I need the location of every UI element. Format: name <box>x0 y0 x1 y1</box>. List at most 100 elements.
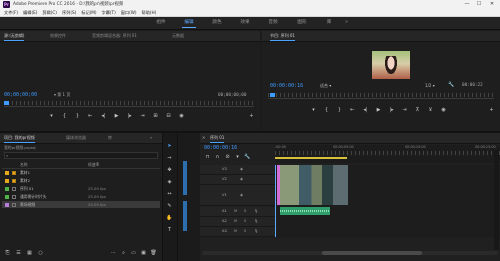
track-label[interactable]: V2 <box>222 175 227 184</box>
menu-edit[interactable]: 编辑(E) <box>23 9 37 16</box>
workspace-tab-effects[interactable]: 效果 <box>234 17 256 29</box>
insert-icon[interactable]: ⊞ <box>152 113 159 120</box>
tab-source[interactable]: 源:(无剪辑) <box>4 31 25 41</box>
list-item[interactable]: 素材2 <box>2 177 160 184</box>
pen-tool-icon[interactable]: ✎ <box>166 203 173 210</box>
hand-tool-icon[interactable]: ✋ <box>166 215 173 222</box>
step-forward-icon[interactable]: |▸ <box>126 113 133 120</box>
column-name-header[interactable]: 名称 <box>20 161 28 168</box>
go-to-out-icon[interactable]: ⇥ <box>401 107 408 114</box>
extract-icon[interactable]: ⊻ <box>427 107 434 114</box>
track-label[interactable]: A1 <box>222 207 227 216</box>
solo-button[interactable]: S <box>244 217 246 226</box>
in-point-icon[interactable]: { <box>61 113 68 120</box>
program-scrollbar[interactable] <box>268 98 494 99</box>
lock-icon[interactable]: ⎘ <box>4 250 11 257</box>
work-area-bar[interactable] <box>275 157 347 159</box>
settings-wrench-icon[interactable]: 🔧 <box>244 154 251 161</box>
program-playhead[interactable] <box>270 93 275 97</box>
source-video-patch[interactable] <box>183 161 187 195</box>
menu-window[interactable]: 窗口(W) <box>121 9 137 16</box>
tab-sequence[interactable]: 序列 01 <box>210 133 225 143</box>
go-to-in-icon[interactable]: ⇤ <box>87 113 94 120</box>
overwrite-icon[interactable]: ⊟ <box>165 113 172 120</box>
minimize-button[interactable]: — <box>462 0 472 9</box>
workspace-tab-editing[interactable]: 编辑 <box>178 17 200 29</box>
workspace-tab-color[interactable]: 颜色 <box>206 17 228 29</box>
eye-icon[interactable]: ◉ <box>240 165 243 174</box>
source-page-dropdown[interactable]: ▾ 第 1 页 <box>54 92 70 98</box>
step-forward-icon[interactable]: |▸ <box>388 107 395 114</box>
list-view-icon[interactable]: ☰ <box>15 250 22 257</box>
out-point-icon[interactable]: } <box>74 113 81 120</box>
menu-sequence[interactable]: 序列(S) <box>62 9 76 16</box>
camera-icon[interactable]: ◉ <box>440 107 447 114</box>
workspace-tab-libraries[interactable]: 库 <box>318 17 340 29</box>
snap-icon[interactable]: ∩ <box>214 154 221 161</box>
new-item-icon[interactable]: ▣ <box>140 250 147 257</box>
workspace-overflow-icon[interactable]: » <box>343 19 350 26</box>
play-icon[interactable]: ▶ <box>113 113 120 120</box>
camera-icon[interactable]: ◉ <box>178 113 185 120</box>
workspace-tab-assembly[interactable]: 组件 <box>150 17 172 29</box>
tab-metadata[interactable]: 元数据 <box>172 31 184 41</box>
tab-audio-clip-mixer[interactable]: 音频剪辑混合器: 序列 01 <box>92 31 137 41</box>
marker-icon[interactable]: ▾ <box>48 113 55 120</box>
mute-button[interactable]: M <box>234 227 237 236</box>
add-button-icon[interactable]: + <box>488 107 495 114</box>
menu-clip[interactable]: 剪辑(C) <box>42 9 57 16</box>
scrollbar-thumb[interactable] <box>322 251 422 255</box>
source-scrollbar[interactable] <box>4 106 254 107</box>
source-timecode-left[interactable]: 00;00;00;00 <box>4 92 37 98</box>
razor-tool-icon[interactable]: ◈ <box>166 179 173 186</box>
maximize-button[interactable]: ☐ <box>474 0 484 9</box>
program-scale-dropdown[interactable]: 1/2 ▾ <box>425 83 435 88</box>
tab-project[interactable]: 项目: 我的pr视频 <box>4 133 35 143</box>
tab-program[interactable]: 节目: 序列 01 <box>270 31 295 41</box>
out-point-icon[interactable]: } <box>336 107 343 114</box>
linked-selection-icon[interactable]: ⊘ <box>224 154 231 161</box>
video-clip[interactable] <box>280 165 348 205</box>
column-framerate-header[interactable]: 帧速率 <box>88 161 99 168</box>
program-fit-dropdown[interactable]: 适合 ▾ <box>320 83 331 89</box>
track-label[interactable]: V1 <box>222 185 227 205</box>
wrench-icon[interactable]: 🔧 <box>448 82 455 89</box>
ripple-edit-tool-icon[interactable]: ✥ <box>166 167 173 174</box>
track-label[interactable]: V3 <box>222 165 227 174</box>
eye-icon[interactable]: ◉ <box>240 175 243 184</box>
lift-icon[interactable]: ⊼ <box>414 107 421 114</box>
find-icon[interactable]: ⌕ <box>120 250 127 257</box>
timeline-ruler[interactable]: :00:00 00:00:05:00 00:00:10:00 00:00:15:… <box>275 145 500 163</box>
microphone-icon[interactable]: 🎙 <box>254 207 258 216</box>
source-time-ruler[interactable] <box>4 101 254 105</box>
source-audio-patch[interactable] <box>183 201 187 231</box>
tab-effect-controls[interactable]: 效果控件 <box>50 31 66 41</box>
go-to-out-icon[interactable]: ⇥ <box>139 113 146 120</box>
type-tool-icon[interactable]: T <box>166 227 173 234</box>
audio-clip[interactable] <box>280 207 330 215</box>
timeline-timecode[interactable]: 00:00:00:16 <box>204 145 237 151</box>
workspace-tab-audio[interactable]: 音频 <box>262 17 284 29</box>
add-marker-icon[interactable]: ▾ <box>234 154 241 161</box>
step-back-icon[interactable]: ◂| <box>100 113 107 120</box>
microphone-icon[interactable]: 🎙 <box>254 227 258 236</box>
track-select-tool-icon[interactable]: ⇒ <box>166 155 173 162</box>
close-button[interactable]: ✕ <box>487 0 497 9</box>
program-timecode-left[interactable]: 00:00:00:16 <box>270 83 303 89</box>
source-playhead[interactable] <box>4 101 9 105</box>
eye-icon[interactable]: ◉ <box>240 185 243 205</box>
program-time-ruler[interactable] <box>268 93 494 97</box>
list-item[interactable]: 黑场视频 25.00 fps <box>2 201 160 208</box>
play-icon[interactable]: ▶ <box>375 107 382 114</box>
close-icon[interactable]: ✕ <box>202 133 205 143</box>
step-back-icon[interactable]: ◂| <box>362 107 369 114</box>
menu-file[interactable]: 文件(F) <box>4 9 18 16</box>
add-button-icon[interactable]: + <box>248 113 255 120</box>
slip-tool-icon[interactable]: ↔ <box>166 191 173 198</box>
in-point-icon[interactable]: { <box>323 107 330 114</box>
selection-tool-icon[interactable]: ➤ <box>166 143 173 150</box>
workspace-tab-graphics[interactable]: 图形 <box>291 17 313 29</box>
list-item[interactable]: 通用倒计时片头 25.00 fps <box>2 193 160 200</box>
go-to-in-icon[interactable]: ⇤ <box>349 107 356 114</box>
zoom-slider[interactable]: ○ <box>37 250 44 257</box>
